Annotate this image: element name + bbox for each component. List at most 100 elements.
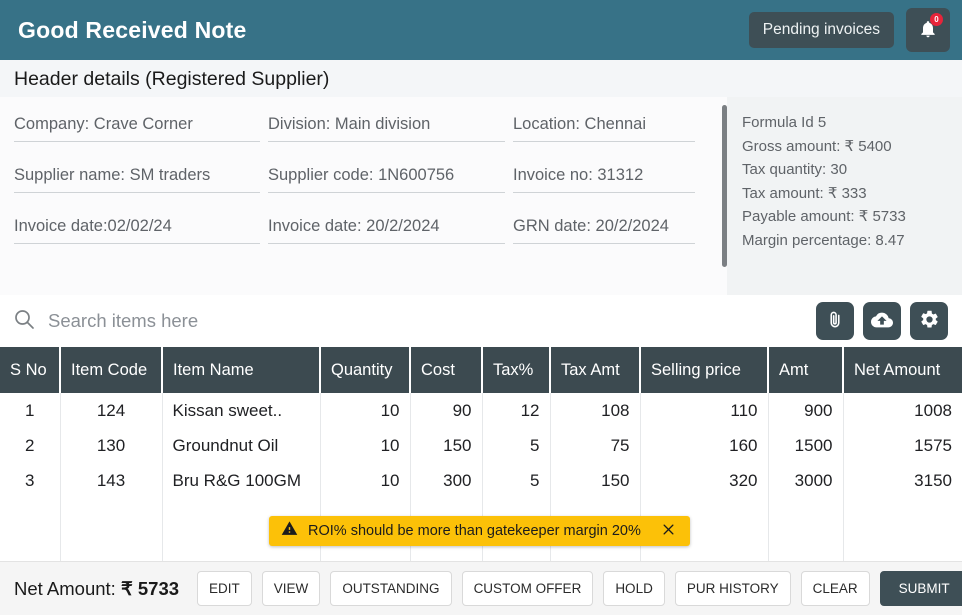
invoice-no-field[interactable]: Invoice no: 31312 <box>513 166 695 193</box>
cell-tax-percent: 12 <box>482 393 550 428</box>
net-amount-value: ₹ 5733 <box>121 578 179 599</box>
cell-tax-amt: 150 <box>550 463 640 498</box>
cell-cost: 300 <box>410 463 482 498</box>
cell-cost: 150 <box>410 428 482 463</box>
header-field-row: Company: Crave Corner Division: Main div… <box>14 115 700 142</box>
column-header-tax-percent[interactable]: Tax% <box>482 347 550 393</box>
invoice-date-secondary-field[interactable]: Invoice date: 20/2/2024 <box>268 217 505 244</box>
custom-offer-button[interactable]: CUSTOM OFFER <box>462 571 594 606</box>
cell-sno: 1 <box>0 393 60 428</box>
header-field-row: Invoice date:02/02/24 Invoice date: 20/2… <box>14 217 700 244</box>
clear-button[interactable]: CLEAR <box>801 571 870 606</box>
notification-badge: 0 <box>930 13 943 26</box>
location-field[interactable]: Location: Chennai <box>513 115 695 142</box>
cell-amt: 1500 <box>768 428 843 463</box>
grn-date-field[interactable]: GRN date: 20/2/2024 <box>513 217 695 244</box>
search-icon <box>12 307 36 336</box>
cell-net-amount: 3150 <box>843 463 962 498</box>
settings-gear-icon <box>919 309 940 333</box>
cell-tax-amt: 108 <box>550 393 640 428</box>
items-table-head: S No Item Code Item Name Quantity Cost T… <box>0 347 962 393</box>
header-fields-area: Company: Crave Corner Division: Main div… <box>0 97 722 295</box>
search-input[interactable] <box>36 310 807 332</box>
summary-margin-percentage: Margin percentage: 8.47 <box>742 229 952 253</box>
header-field-row: Supplier name: SM traders Supplier code:… <box>14 166 700 193</box>
submit-button[interactable]: SUBMIT <box>880 571 962 606</box>
cell-quantity: 10 <box>320 393 410 428</box>
grn-screen: Good Received Note Pending invoices 0 He… <box>0 0 962 615</box>
cell-item-name: Groundnut Oil <box>162 428 320 463</box>
table-row[interactable]: 2 130 Groundnut Oil 10 150 5 75 160 1500… <box>0 428 962 463</box>
toast-close-button[interactable] <box>659 522 678 540</box>
search-toolbar <box>0 295 962 347</box>
cell-sno: 3 <box>0 463 60 498</box>
summary-formula-id: Formula Id 5 <box>742 111 952 135</box>
column-header-quantity[interactable]: Quantity <box>320 347 410 393</box>
notifications-button[interactable]: 0 <box>906 8 950 52</box>
cloud-upload-button[interactable] <box>863 302 901 340</box>
table-row[interactable]: 3 143 Bru R&G 100GM 10 300 5 150 320 300… <box>0 463 962 498</box>
cell-tax-amt: 75 <box>550 428 640 463</box>
header-details-title-bar: Header details (Registered Supplier) <box>0 60 962 97</box>
supplier-code-field[interactable]: Supplier code: 1N600756 <box>268 166 505 193</box>
page-title: Good Received Note <box>18 17 247 44</box>
cell-item-code: 143 <box>60 463 162 498</box>
cloud-upload-icon <box>871 309 893 334</box>
table-row[interactable]: 1 124 Kissan sweet.. 10 90 12 108 110 90… <box>0 393 962 428</box>
view-button[interactable]: VIEW <box>262 571 321 606</box>
cell-amt: 900 <box>768 393 843 428</box>
edit-button[interactable]: EDIT <box>197 571 252 606</box>
column-header-cost[interactable]: Cost <box>410 347 482 393</box>
warning-toast: ROI% should be more than gatekeeper marg… <box>269 516 690 546</box>
cell-selling-price: 110 <box>640 393 768 428</box>
app-header-bar: Good Received Note Pending invoices 0 <box>0 0 962 60</box>
attachment-button[interactable] <box>816 302 854 340</box>
cell-selling-price: 320 <box>640 463 768 498</box>
cell-net-amount: 1008 <box>843 393 962 428</box>
cell-tax-percent: 5 <box>482 463 550 498</box>
cell-sno: 2 <box>0 428 60 463</box>
cell-tax-percent: 5 <box>482 428 550 463</box>
summary-tax-quantity: Tax quantity: 30 <box>742 158 952 182</box>
column-header-amt[interactable]: Amt <box>768 347 843 393</box>
cell-amt: 3000 <box>768 463 843 498</box>
pending-invoices-button[interactable]: Pending invoices <box>749 12 894 48</box>
column-header-selling-price[interactable]: Selling price <box>640 347 768 393</box>
header-details-panel: Company: Crave Corner Division: Main div… <box>0 97 962 295</box>
toast-message: ROI% should be more than gatekeeper marg… <box>308 523 649 539</box>
table-header-row: S No Item Code Item Name Quantity Cost T… <box>0 347 962 393</box>
cell-item-name: Kissan sweet.. <box>162 393 320 428</box>
attachment-icon <box>825 310 845 333</box>
footer-net-amount: Net Amount: ₹ 5733 <box>14 578 179 600</box>
outstanding-button[interactable]: OUTSTANDING <box>330 571 451 606</box>
invoice-date-field[interactable]: Invoice date:02/02/24 <box>14 217 260 244</box>
column-header-net-amount[interactable]: Net Amount <box>843 347 962 393</box>
company-field[interactable]: Company: Crave Corner <box>14 115 260 142</box>
net-amount-label: Net Amount: <box>14 578 121 599</box>
warning-triangle-icon <box>281 520 298 542</box>
cell-selling-price: 160 <box>640 428 768 463</box>
settings-button[interactable] <box>910 302 948 340</box>
hold-button[interactable]: HOLD <box>603 571 665 606</box>
division-field[interactable]: Division: Main division <box>268 115 505 142</box>
close-icon <box>661 522 676 540</box>
summary-panel: Formula Id 5 Gross amount: ₹ 5400 Tax qu… <box>727 97 962 295</box>
cell-item-name: Bru R&G 100GM <box>162 463 320 498</box>
section-title: Header details (Registered Supplier) <box>14 68 962 91</box>
cell-net-amount: 1575 <box>843 428 962 463</box>
cell-quantity: 10 <box>320 463 410 498</box>
cell-cost: 90 <box>410 393 482 428</box>
cell-item-code: 124 <box>60 393 162 428</box>
supplier-name-field[interactable]: Supplier name: SM traders <box>14 166 260 193</box>
cell-quantity: 10 <box>320 428 410 463</box>
pur-history-button[interactable]: PUR HISTORY <box>675 571 791 606</box>
column-header-item-code[interactable]: Item Code <box>60 347 162 393</box>
cell-item-code: 130 <box>60 428 162 463</box>
column-header-item-name[interactable]: Item Name <box>162 347 320 393</box>
summary-tax-amount: Tax amount: ₹ 333 <box>742 182 952 206</box>
footer-action-bar: Net Amount: ₹ 5733 EDIT VIEW OUTSTANDING… <box>0 561 962 615</box>
items-table: S No Item Code Item Name Quantity Cost T… <box>0 347 962 498</box>
summary-payable-amount: Payable amount: ₹ 5733 <box>742 205 952 229</box>
column-header-sno[interactable]: S No <box>0 347 60 393</box>
column-header-tax-amt[interactable]: Tax Amt <box>550 347 640 393</box>
